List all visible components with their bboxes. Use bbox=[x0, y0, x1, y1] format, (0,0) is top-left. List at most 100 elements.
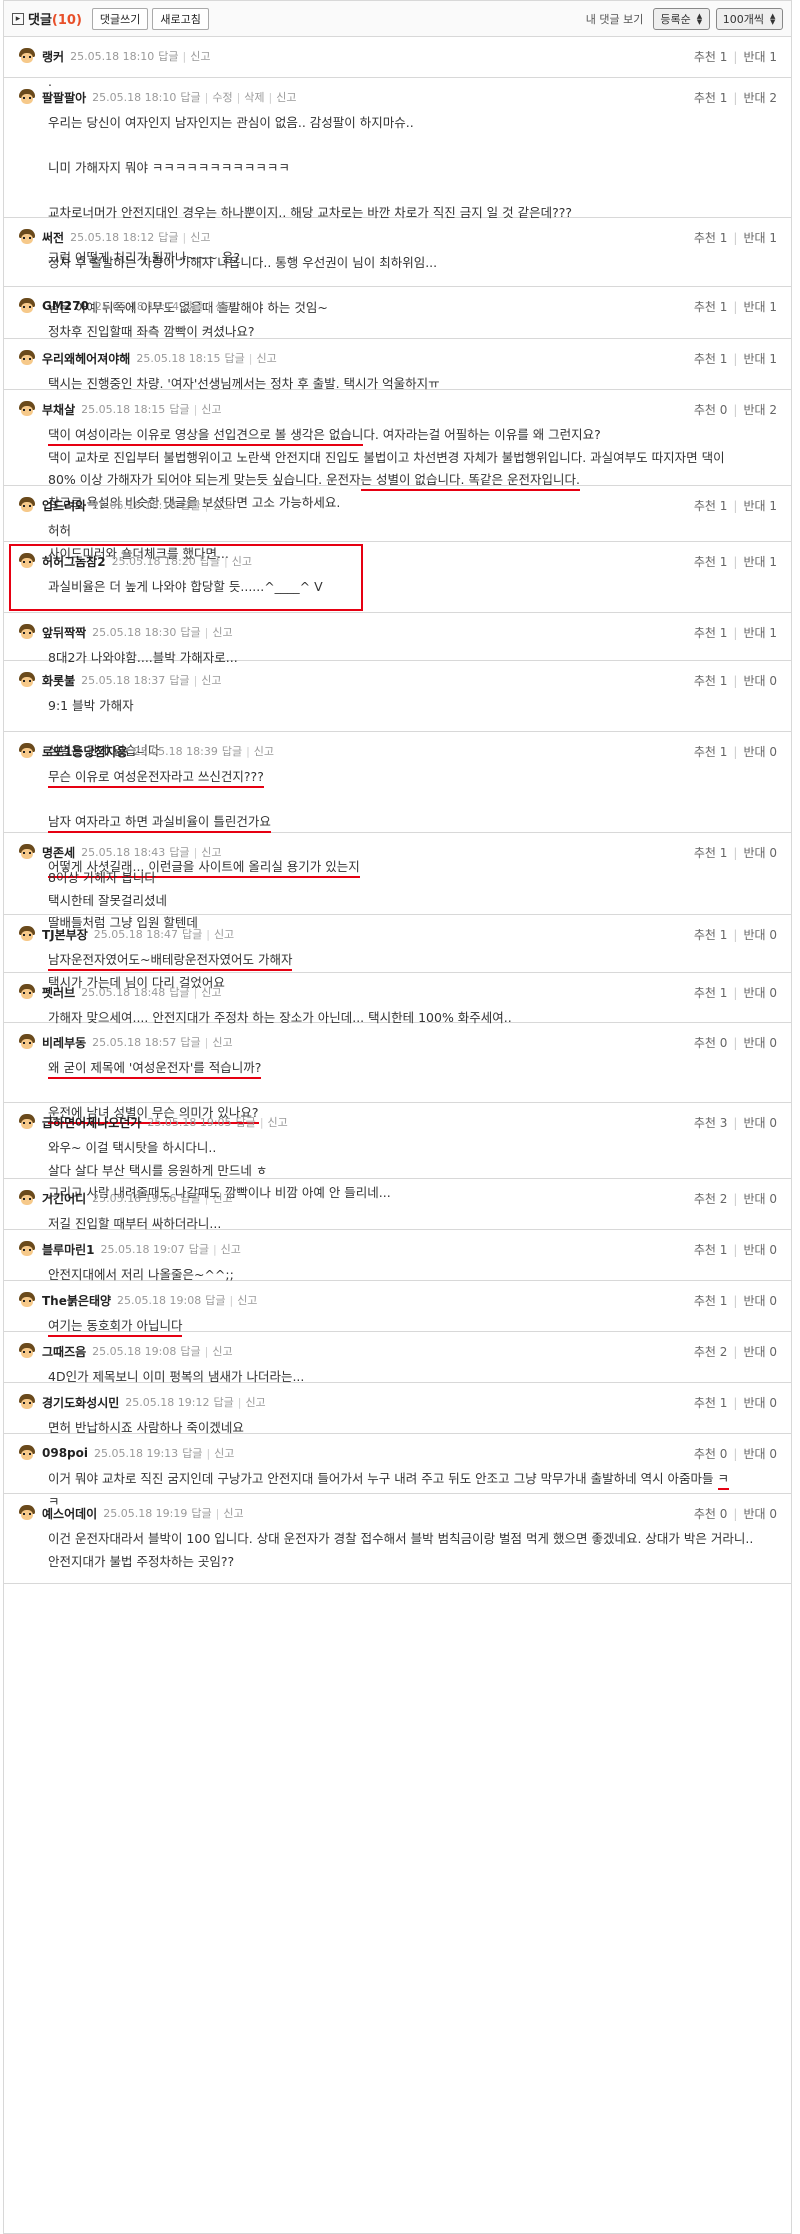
upvote-label[interactable]: 추천 bbox=[694, 1294, 716, 1308]
upvote-label[interactable]: 추천 bbox=[694, 745, 716, 759]
upvote-label[interactable]: 추천 bbox=[694, 352, 716, 366]
comment-author[interactable]: 예스어데이 bbox=[42, 1505, 97, 1522]
downvote-label[interactable]: 반대 bbox=[743, 626, 765, 640]
reply-link[interactable]: 답글 bbox=[158, 48, 178, 64]
reply-link[interactable]: 답글 bbox=[180, 1034, 200, 1050]
report-link[interactable]: 신고 bbox=[212, 1034, 232, 1050]
comment-author[interactable]: 098poi bbox=[42, 1446, 88, 1460]
downvote-label[interactable]: 반대 bbox=[743, 555, 765, 569]
upvote-label[interactable]: 추천 bbox=[694, 986, 716, 1000]
downvote-label[interactable]: 반대 bbox=[743, 403, 765, 417]
reply-link[interactable]: 답글 bbox=[205, 1292, 225, 1308]
comment-author[interactable]: 비레부동 bbox=[42, 1034, 86, 1051]
reply-link[interactable]: 답글 bbox=[222, 743, 242, 759]
upvote-label[interactable]: 추천 bbox=[694, 1116, 716, 1130]
report-link[interactable]: 신고 bbox=[268, 1114, 288, 1130]
comment-author[interactable]: TJ본부장 bbox=[42, 926, 88, 943]
report-link[interactable]: 신고 bbox=[201, 984, 221, 1000]
reply-link[interactable]: 답글 bbox=[182, 926, 202, 942]
upvote-label[interactable]: 추천 bbox=[694, 555, 716, 569]
upvote-label[interactable]: 추천 bbox=[694, 499, 716, 513]
comment-author[interactable]: 화롯불 bbox=[42, 672, 75, 689]
reply-link[interactable]: 답글 bbox=[169, 984, 189, 1000]
downvote-label[interactable]: 반대 bbox=[743, 1294, 765, 1308]
upvote-label[interactable]: 추천 bbox=[694, 626, 716, 640]
refresh-button[interactable]: 새로고침 bbox=[152, 7, 209, 30]
downvote-label[interactable]: 반대 bbox=[743, 986, 765, 1000]
upvote-label[interactable]: 추천 bbox=[694, 928, 716, 942]
comment-author[interactable]: 우리왜헤어져야해 bbox=[42, 350, 130, 367]
comment-author[interactable]: 써전 bbox=[42, 229, 64, 246]
reply-link[interactable]: 답글 bbox=[180, 624, 200, 640]
downvote-label[interactable]: 반대 bbox=[743, 300, 765, 314]
report-link[interactable]: 신고 bbox=[237, 1292, 257, 1308]
report-link[interactable]: 신고 bbox=[223, 1505, 243, 1521]
comment-author[interactable]: 명존세 bbox=[42, 844, 75, 861]
reply-link[interactable]: 답글 bbox=[183, 298, 203, 314]
comment-author[interactable]: 블루마린1 bbox=[42, 1241, 95, 1258]
report-link[interactable]: 신고 bbox=[254, 743, 274, 759]
downvote-label[interactable]: 반대 bbox=[743, 499, 765, 513]
comment-author[interactable]: 업드려와 bbox=[42, 497, 86, 514]
my-comments-link[interactable]: 내 댓글 보기 bbox=[586, 11, 644, 27]
upvote-label[interactable]: 추천 bbox=[694, 91, 716, 105]
report-link[interactable]: 신고 bbox=[212, 497, 232, 513]
comment-author[interactable]: 랭커 bbox=[42, 48, 64, 65]
comment-author[interactable]: 그때즈음 bbox=[42, 1343, 86, 1360]
reply-link[interactable]: 답글 bbox=[225, 350, 245, 366]
write-comment-button[interactable]: 댓글쓰기 bbox=[91, 7, 149, 30]
upvote-label[interactable]: 추천 bbox=[694, 1345, 716, 1359]
reply-link[interactable]: 답글 bbox=[180, 1343, 200, 1359]
reply-link[interactable]: 답글 bbox=[169, 672, 189, 688]
downvote-label[interactable]: 반대 bbox=[743, 91, 765, 105]
downvote-label[interactable]: 반대 bbox=[743, 1116, 765, 1130]
report-link[interactable]: 신고 bbox=[214, 1445, 234, 1461]
downvote-label[interactable]: 반대 bbox=[743, 352, 765, 366]
comment-author[interactable]: The붉은태양 bbox=[42, 1292, 111, 1309]
upvote-label[interactable]: 추천 bbox=[694, 1507, 716, 1521]
upvote-label[interactable]: 추천 bbox=[694, 846, 716, 860]
upvote-label[interactable]: 추천 bbox=[694, 674, 716, 688]
reply-link[interactable]: 답글 bbox=[191, 1505, 211, 1521]
downvote-label[interactable]: 반대 bbox=[743, 928, 765, 942]
report-link[interactable]: 신고 bbox=[215, 298, 235, 314]
comment-author[interactable]: 급하면어제나오던가 bbox=[42, 1114, 141, 1131]
comment-author[interactable]: 경기도화성시민 bbox=[42, 1394, 119, 1411]
reply-link[interactable]: 답글 bbox=[180, 89, 200, 105]
report-link[interactable]: 신고 bbox=[201, 672, 221, 688]
upvote-label[interactable]: 추천 bbox=[694, 1036, 716, 1050]
per-page-select[interactable]: 100개씩 ▲ ▼ bbox=[715, 7, 783, 30]
report-link[interactable]: 신고 bbox=[190, 229, 210, 245]
downvote-label[interactable]: 반대 bbox=[743, 745, 765, 759]
upvote-label[interactable]: 추천 bbox=[694, 231, 716, 245]
report-link[interactable]: 신고 bbox=[276, 89, 296, 105]
comment-author[interactable]: 로또1등당첨자용 bbox=[42, 743, 128, 760]
report-link[interactable]: 신고 bbox=[201, 401, 221, 417]
report-link[interactable]: 신고 bbox=[190, 48, 210, 64]
downvote-label[interactable]: 반대 bbox=[743, 1192, 765, 1206]
upvote-label[interactable]: 추천 bbox=[694, 403, 716, 417]
upvote-label[interactable]: 추천 bbox=[694, 1396, 716, 1410]
report-link[interactable]: 신고 bbox=[221, 1241, 241, 1257]
report-link[interactable]: 신고 bbox=[256, 350, 276, 366]
downvote-label[interactable]: 반대 bbox=[743, 1036, 765, 1050]
upvote-label[interactable]: 추천 bbox=[694, 1447, 716, 1461]
reply-link[interactable]: 답글 bbox=[189, 1241, 209, 1257]
comment-author[interactable]: GM270 bbox=[42, 299, 89, 313]
reply-link[interactable]: 답글 bbox=[180, 497, 200, 513]
reply-link[interactable]: 답글 bbox=[169, 401, 189, 417]
upvote-label[interactable]: 추천 bbox=[694, 300, 716, 314]
sort-select[interactable]: 등록순 ▲ ▼ bbox=[653, 7, 710, 30]
collapse-toggle-icon[interactable]: ▸ bbox=[12, 12, 24, 25]
comment-author[interactable]: 펫러브 bbox=[42, 984, 75, 1001]
report-link[interactable]: 신고 bbox=[212, 624, 232, 640]
report-link[interactable]: 신고 bbox=[201, 844, 221, 860]
reply-link[interactable]: 답글 bbox=[180, 1190, 200, 1206]
reply-link[interactable]: 답글 bbox=[182, 1445, 202, 1461]
reply-link[interactable]: 답글 bbox=[158, 229, 178, 245]
comment-author[interactable]: 부채살 bbox=[42, 401, 75, 418]
comment-author[interactable]: 앞뒤짝짝 bbox=[42, 624, 86, 641]
comment-author[interactable]: 거긴어디 bbox=[42, 1190, 86, 1207]
reply-link[interactable]: 답글 bbox=[169, 844, 189, 860]
upvote-label[interactable]: 추천 bbox=[694, 50, 716, 64]
